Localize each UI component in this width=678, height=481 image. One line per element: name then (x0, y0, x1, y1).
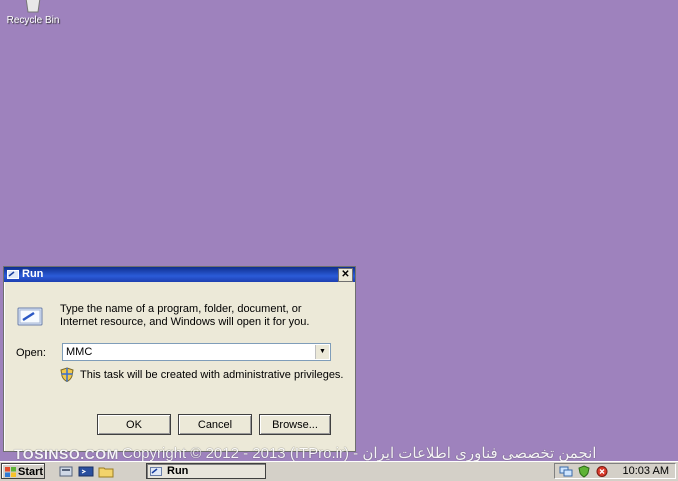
open-combobox[interactable]: ▼ (62, 343, 331, 361)
taskbar-run-label: Run (167, 465, 189, 477)
taskbar: Start Run 10:03 AM (0, 461, 678, 481)
open-input[interactable] (63, 344, 316, 360)
server-manager-icon[interactable] (58, 465, 74, 478)
open-dropdown-button[interactable]: ▼ (315, 345, 329, 359)
error-icon[interactable] (595, 465, 609, 478)
run-titlebar[interactable]: Run ✕ (4, 267, 355, 282)
taskbar-item-run[interactable]: Run (146, 463, 266, 479)
powershell-icon[interactable] (78, 465, 94, 478)
run-dialog: Run ✕ Type the name of a program, folder… (3, 266, 356, 452)
run-program-icon (17, 307, 43, 326)
taskbar-clock[interactable]: 10:03 AM (623, 465, 669, 477)
close-button[interactable]: ✕ (338, 268, 353, 282)
security-icon[interactable] (577, 465, 591, 478)
open-label: Open: (16, 347, 46, 359)
network-icon[interactable] (559, 465, 573, 478)
recycle-bin-icon (25, 0, 41, 13)
system-tray: 10:03 AM (554, 463, 676, 479)
run-description: Type the name of a program, folder, docu… (60, 303, 310, 328)
browse-button[interactable]: Browse... (259, 414, 331, 435)
close-icon: ✕ (341, 269, 350, 280)
explorer-folder-icon[interactable] (98, 465, 114, 478)
chevron-down-icon: ▼ (319, 348, 326, 355)
start-button[interactable]: Start (1, 463, 45, 479)
recycle-bin-desktop-icon[interactable]: Recycle Bin (4, 0, 62, 26)
start-label: Start (18, 466, 44, 478)
run-taskbar-icon (150, 467, 162, 476)
recycle-bin-label: Recycle Bin (6, 15, 60, 26)
shield-icon (60, 367, 74, 382)
run-title-icon (7, 270, 19, 279)
ok-button[interactable]: OK (97, 414, 171, 435)
windows-flag-icon (5, 467, 16, 478)
run-title: Run (22, 268, 44, 280)
cancel-button[interactable]: Cancel (178, 414, 252, 435)
admin-privileges-note: This task will be created with administr… (80, 369, 344, 381)
